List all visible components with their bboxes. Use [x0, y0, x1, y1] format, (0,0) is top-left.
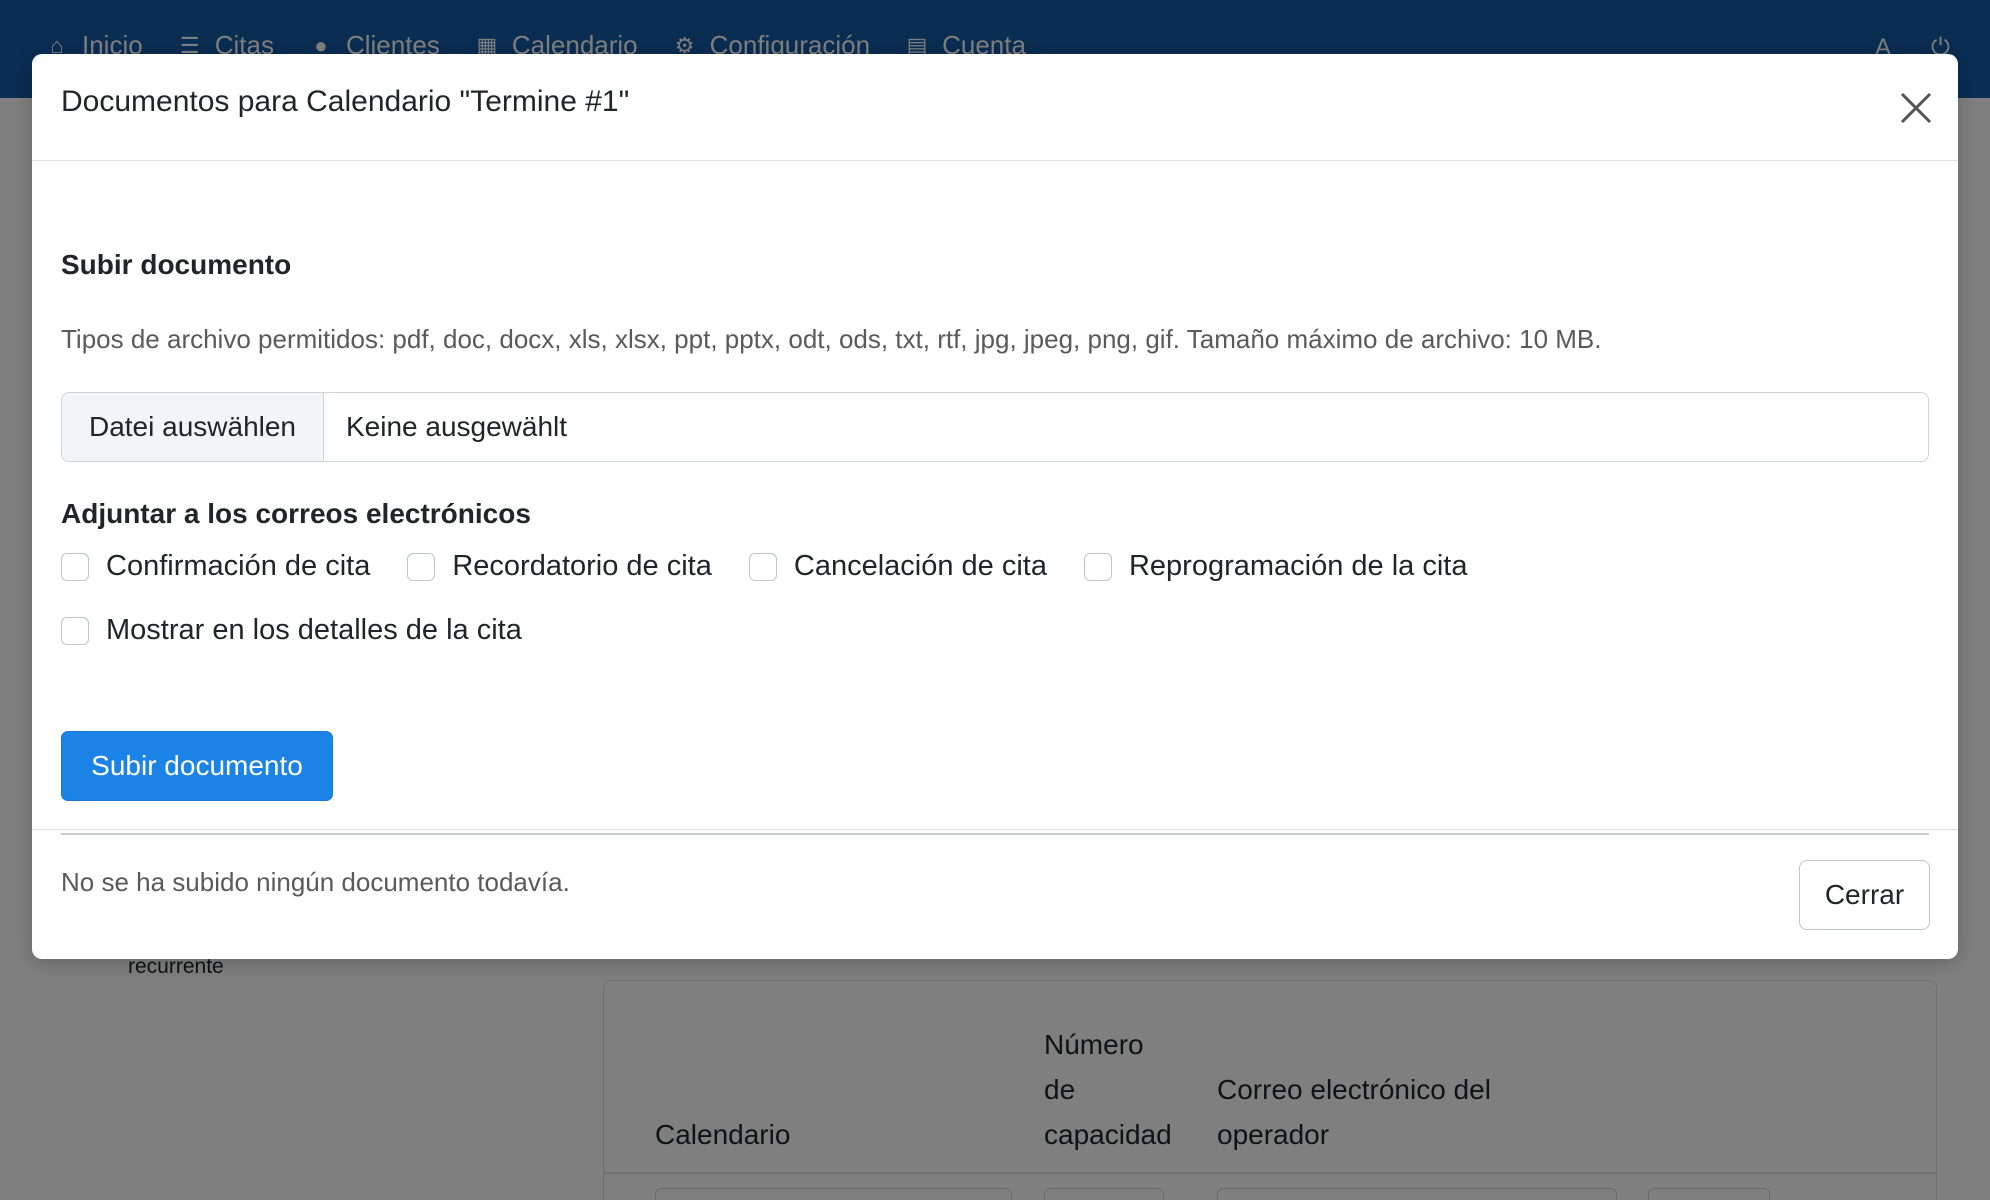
check-label: Confirmación de cita	[106, 550, 371, 582]
check-cancellation[interactable]: Cancelación de cita	[748, 550, 1047, 583]
check-show-details[interactable]: Mostrar en los detalles de la cita	[61, 614, 522, 647]
check-label: Reprogramación de la cita	[1128, 550, 1468, 582]
documents-modal: Documentos para Calendario "Termine #1" …	[32, 54, 1958, 959]
modal-footer: Cerrar	[32, 829, 1958, 959]
check-reminder[interactable]: Recordatorio de cita	[407, 550, 712, 583]
checkbox[interactable]	[1083, 552, 1112, 581]
details-checkbox-row: Mostrar en los detalles de la cita	[61, 614, 559, 647]
checkbox[interactable]	[748, 552, 777, 581]
close-button[interactable]: Cerrar	[1799, 860, 1930, 930]
check-label: Mostrar en los detalles de la cita	[106, 614, 522, 646]
close-icon[interactable]	[1896, 88, 1936, 128]
checkbox[interactable]	[407, 552, 436, 581]
check-confirmation[interactable]: Confirmación de cita	[61, 550, 370, 583]
modal-header: Documentos para Calendario "Termine #1"	[32, 54, 1958, 161]
close-x-icon	[1900, 92, 1932, 124]
file-status: Keine ausgewählt	[346, 411, 568, 442]
checkbox[interactable]	[61, 552, 89, 581]
upload-section-title: Subir documento	[61, 249, 292, 280]
checkbox[interactable]	[61, 616, 89, 645]
check-label: Recordatorio de cita	[452, 550, 712, 582]
modal-title: Documentos para Calendario "Termine #1"	[61, 85, 630, 118]
check-label: Cancelación de cita	[793, 550, 1047, 582]
allowed-file-types: Tipos de archivo permitidos: pdf, doc, d…	[61, 324, 1602, 354]
choose-file-button[interactable]: Datei auswählen	[62, 393, 324, 461]
attach-section-title: Adjuntar a los correos electrónicos	[61, 498, 531, 529]
check-reschedule[interactable]: Reprogramación de la cita	[1083, 550, 1468, 583]
email-checkboxes-row: Confirmación de cita Recordatorio de cit…	[61, 550, 1505, 583]
upload-document-button[interactable]: Subir documento	[61, 731, 333, 801]
file-input[interactable]: Datei auswählen Keine ausgewählt	[61, 392, 1929, 462]
